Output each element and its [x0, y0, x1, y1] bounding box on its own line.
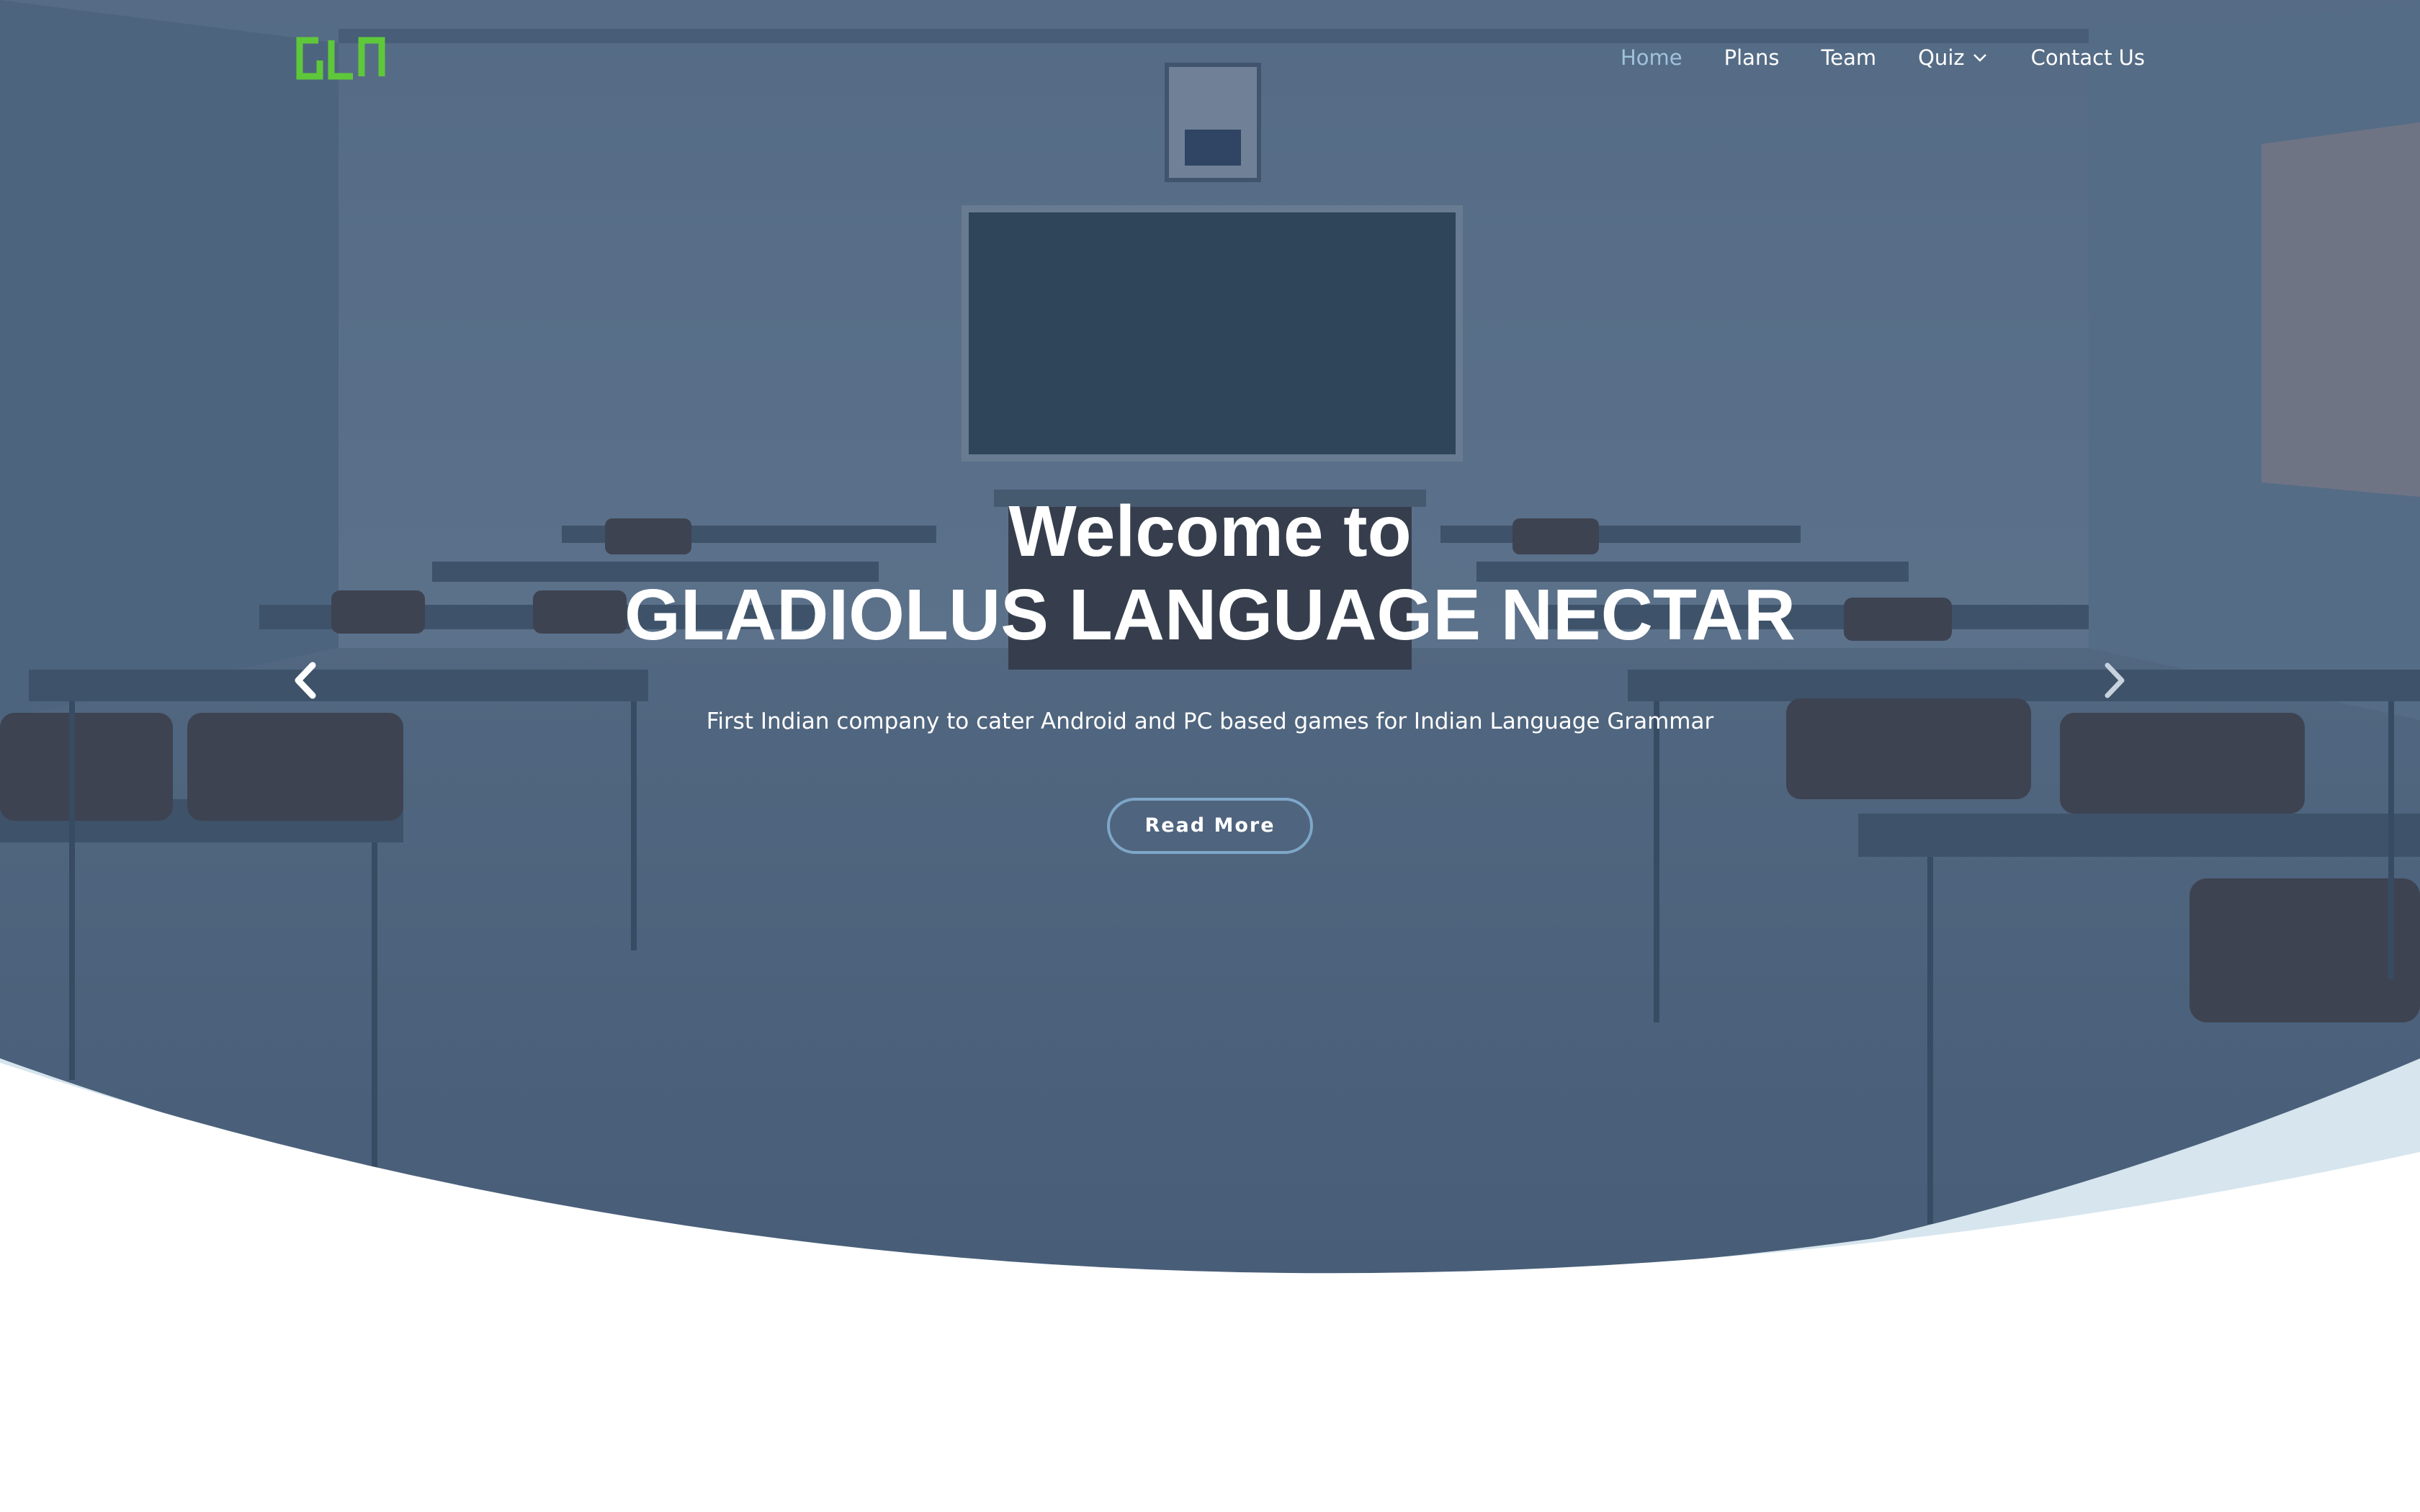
nav-quiz-label: Quiz [1918, 45, 1965, 70]
nav-team[interactable]: Team [1821, 42, 1876, 73]
gln-logo[interactable] [295, 36, 386, 81]
nav-quiz-dropdown[interactable]: Quiz [1918, 42, 1989, 73]
nav-contact-label: Contact Us [2030, 45, 2145, 70]
page: Home Plans Team Quiz Contact Us Welcome … [0, 0, 2420, 1512]
hero-title-line2: GLADIOLUS LANGUAGE NECTAR [624, 575, 1796, 655]
nav-team-label: Team [1821, 45, 1877, 70]
nav-plans[interactable]: Plans [1724, 42, 1780, 73]
nav-home[interactable]: Home [1621, 42, 1682, 73]
nav-plans-label: Plans [1724, 45, 1780, 70]
main-nav: Home Plans Team Quiz Contact Us [1579, 42, 2145, 73]
site-header: Home Plans Team Quiz Contact Us [0, 0, 2420, 115]
hero-content: Welcome to GLADIOLUS LANGUAGE NECTAR Fir… [0, 490, 2420, 854]
nav-contact-us[interactable]: Contact Us [2031, 42, 2145, 73]
nav-home-label: Home [1621, 45, 1682, 70]
read-more-button[interactable]: Read More [1107, 798, 1313, 854]
chevron-down-icon [1973, 54, 1986, 62]
hero-title-line1: Welcome to [1008, 491, 1412, 572]
hero-subtitle: First Indian company to cater Android an… [706, 708, 1714, 734]
